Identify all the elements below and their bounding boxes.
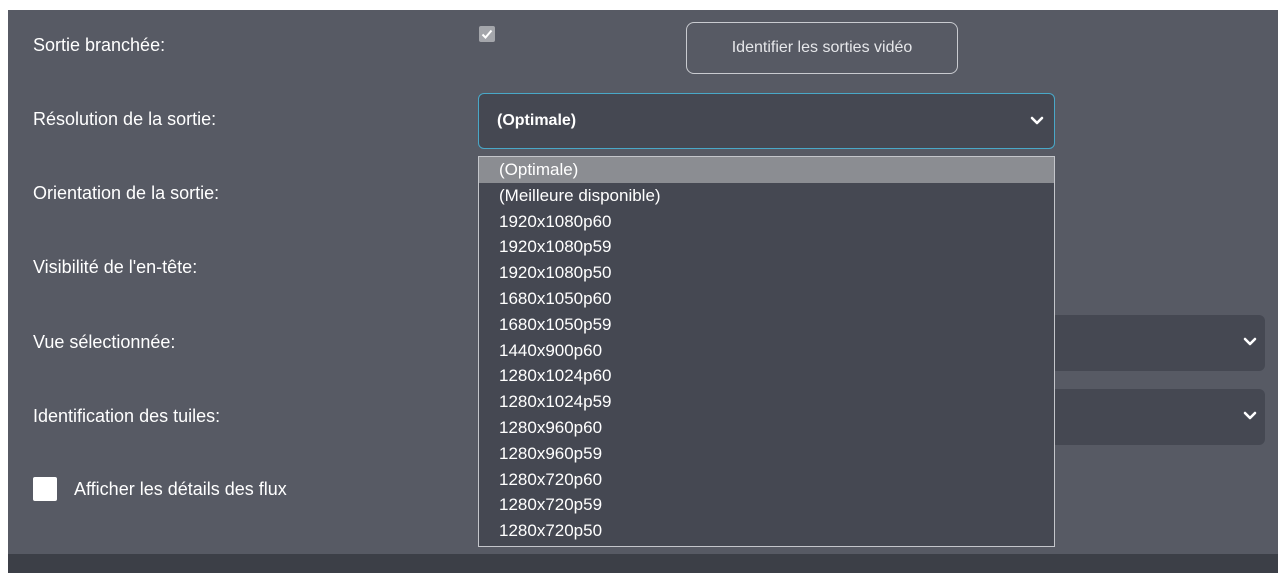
resolution-option[interactable]: 1280x1024p60: [479, 363, 1054, 389]
label-output-resolution: Résolution de la sortie:: [33, 109, 217, 129]
resolution-option[interactable]: 1280x720p60: [479, 467, 1054, 493]
resolution-option[interactable]: 1280x960p59: [479, 441, 1054, 467]
chevron-down-icon: [1243, 337, 1257, 346]
resolution-option[interactable]: 1280x960p60: [479, 415, 1054, 441]
identify-video-outputs-button[interactable]: Identifier les sorties vidéo: [686, 22, 958, 74]
resolution-option[interactable]: 1920x1080p60: [479, 209, 1054, 235]
tile-identification-select[interactable]: [1050, 389, 1265, 445]
resolution-option[interactable]: 1280x720p59: [479, 492, 1054, 518]
selected-view-select[interactable]: [1050, 315, 1265, 371]
output-resolution-select[interactable]: (Optimale): [478, 93, 1055, 149]
resolution-option[interactable]: (Optimale): [479, 157, 1054, 183]
resolution-option[interactable]: 1440x900p60: [479, 338, 1054, 364]
resolution-option[interactable]: (Meilleure disponible): [479, 183, 1054, 209]
label-tile-identification: Identification des tuiles:: [33, 406, 221, 426]
show-stream-details-label: Afficher les détails des flux: [74, 479, 287, 499]
resolution-option[interactable]: 1680x1050p60: [479, 286, 1054, 312]
chevron-down-icon: [1030, 116, 1044, 125]
check-icon: [481, 29, 493, 39]
show-stream-details-checkbox[interactable]: [33, 477, 57, 501]
resolution-option[interactable]: 1920x1080p50: [479, 260, 1054, 286]
resolution-option[interactable]: 1280x1024p59: [479, 389, 1054, 415]
label-output-orientation: Orientation de la sortie:: [33, 183, 220, 203]
resolution-option[interactable]: 1920x1080p59: [479, 234, 1054, 260]
resolution-dropdown-list: (Optimale) (Meilleure disponible) 1920x1…: [478, 156, 1055, 547]
label-connected-output: Sortie branchée:: [33, 35, 166, 55]
resolution-option[interactable]: 1280x720p50: [479, 518, 1054, 544]
resolution-option[interactable]: 1680x1050p59: [479, 312, 1054, 338]
label-header-visibility: Visibilité de l'en-tête:: [33, 257, 198, 277]
resolution-select-value: (Optimale): [497, 112, 577, 129]
footer-bar: [8, 554, 1278, 573]
chevron-down-icon: [1243, 411, 1257, 420]
label-selected-view: Vue sélectionnée:: [33, 332, 176, 352]
connected-output-checkbox[interactable]: [479, 26, 495, 42]
